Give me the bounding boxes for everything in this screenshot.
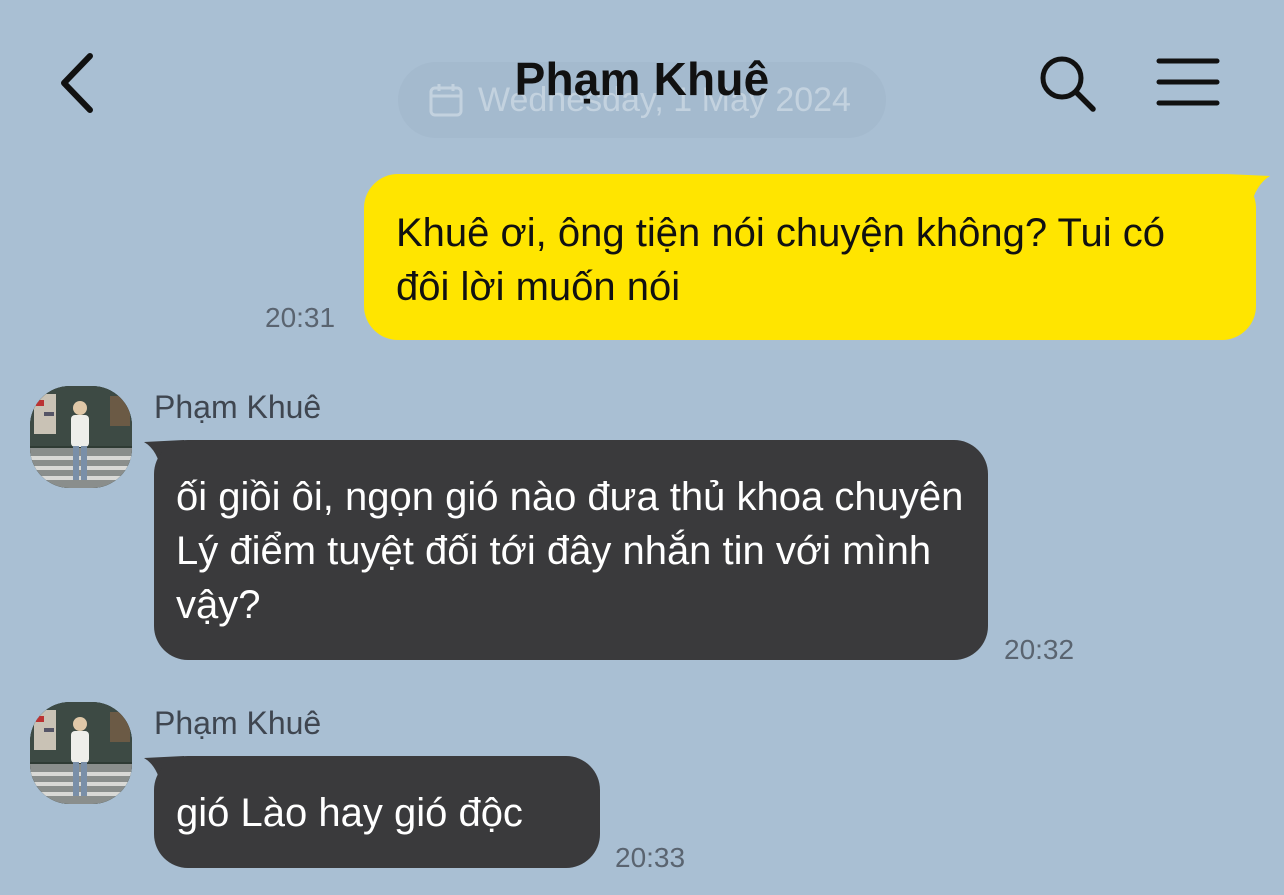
avatar[interactable]	[30, 386, 132, 488]
avatar-photo	[30, 386, 132, 488]
message-text: ối giồi ôi, ngọn gió nào đưa thủ khoa ch…	[176, 475, 964, 627]
message-text: Khuê ơi, ông tiện nói chuyện không? Tui …	[396, 211, 1165, 309]
outgoing-message-bubble[interactable]: Khuê ơi, ông tiện nói chuyện không? Tui …	[364, 174, 1256, 340]
message-timestamp: 20:33	[615, 842, 686, 873]
avatar[interactable]	[30, 702, 132, 804]
message-text: gió Lào hay gió độc	[176, 791, 523, 835]
chat-header: Wednesday, 1 May 2024 Phạm Khuê	[0, 0, 1284, 170]
incoming-message-bubble[interactable]: ối giồi ôi, ngọn gió nào đưa thủ khoa ch…	[154, 440, 988, 660]
message-timestamp: 20:31	[265, 302, 336, 333]
avatar-photo	[30, 702, 132, 804]
chat-title: Phạm Khuê	[514, 53, 770, 105]
sender-name: Phạm Khuê	[154, 389, 322, 425]
chat-screen: Wednesday, 1 May 2024 Phạm Khuê Khuê ơi,…	[0, 0, 1284, 895]
message-timestamp: 20:32	[1004, 634, 1075, 665]
incoming-message-bubble[interactable]: gió Lào hay gió độc	[154, 756, 600, 868]
sender-name: Phạm Khuê	[154, 705, 322, 741]
bubble-tail	[1226, 174, 1270, 208]
